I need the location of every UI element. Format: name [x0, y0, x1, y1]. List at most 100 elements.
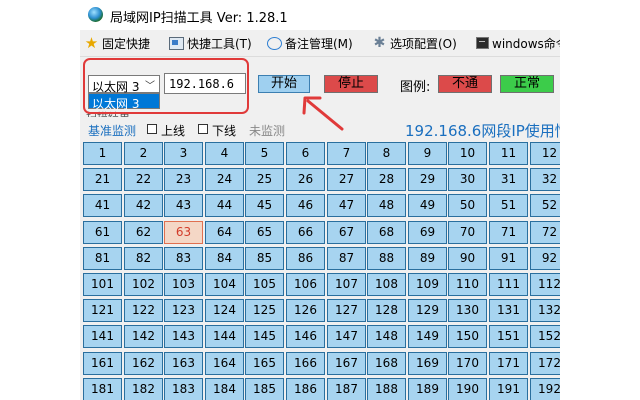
- ip-cell[interactable]: 141: [83, 325, 122, 348]
- ip-cell[interactable]: 72: [530, 221, 560, 244]
- ip-cell[interactable]: 148: [367, 325, 406, 348]
- ip-cell[interactable]: 150: [448, 325, 487, 348]
- ip-cell[interactable]: 32: [530, 168, 560, 191]
- ip-cell[interactable]: 108: [367, 273, 406, 296]
- ip-cell[interactable]: 144: [205, 325, 244, 348]
- ip-cell[interactable]: 125: [245, 299, 284, 322]
- ip-cell[interactable]: 47: [327, 194, 366, 217]
- ip-cell[interactable]: 163: [164, 352, 203, 375]
- ip-cell[interactable]: 102: [124, 273, 163, 296]
- menu-notes[interactable]: 备注管理(M): [267, 34, 353, 52]
- ip-cell[interactable]: 109: [408, 273, 447, 296]
- ip-cell[interactable]: 30: [448, 168, 487, 191]
- tab-baseline-monitor[interactable]: 基准监测: [88, 122, 136, 139]
- ip-cell[interactable]: 122: [124, 299, 163, 322]
- ip-cell[interactable]: 192: [530, 378, 560, 400]
- ip-cell[interactable]: 88: [367, 247, 406, 270]
- ip-cell[interactable]: 92: [530, 247, 560, 270]
- ip-cell[interactable]: 2: [124, 142, 163, 165]
- ip-cell[interactable]: 90: [448, 247, 487, 270]
- ip-cell[interactable]: 25: [245, 168, 284, 191]
- ip-cell[interactable]: 132: [530, 299, 560, 322]
- ip-cell[interactable]: 188: [367, 378, 406, 400]
- ip-cell[interactable]: 9: [408, 142, 447, 165]
- ip-cell[interactable]: 69: [408, 221, 447, 244]
- ip-cell[interactable]: 168: [367, 352, 406, 375]
- ip-cell[interactable]: 23: [164, 168, 203, 191]
- ip-cell[interactable]: 187: [327, 378, 366, 400]
- ip-cell[interactable]: 165: [245, 352, 284, 375]
- ip-cell[interactable]: 28: [367, 168, 406, 191]
- ip-cell[interactable]: 43: [164, 194, 203, 217]
- ip-cell[interactable]: 129: [408, 299, 447, 322]
- ip-cell[interactable]: 183: [164, 378, 203, 400]
- ip-cell[interactable]: 52: [530, 194, 560, 217]
- ip-cell[interactable]: 171: [489, 352, 528, 375]
- ip-cell[interactable]: 12: [530, 142, 560, 165]
- ip-cell[interactable]: 190: [448, 378, 487, 400]
- ip-cell[interactable]: 29: [408, 168, 447, 191]
- ip-cell[interactable]: 24: [205, 168, 244, 191]
- ip-cell[interactable]: 11: [489, 142, 528, 165]
- ip-cell[interactable]: 81: [83, 247, 122, 270]
- ip-cell[interactable]: 164: [205, 352, 244, 375]
- ip-cell[interactable]: 61: [83, 221, 122, 244]
- ip-cell[interactable]: 49: [408, 194, 447, 217]
- ip-cell[interactable]: 130: [448, 299, 487, 322]
- ip-cell[interactable]: 51: [489, 194, 528, 217]
- ip-cell[interactable]: 82: [124, 247, 163, 270]
- ip-cell[interactable]: 89: [408, 247, 447, 270]
- ip-cell[interactable]: 71: [489, 221, 528, 244]
- menu-fixed-shortcuts[interactable]: ★ 固定快捷: [84, 34, 150, 52]
- ip-cell[interactable]: 152: [530, 325, 560, 348]
- ip-cell[interactable]: 83: [164, 247, 203, 270]
- offline-checkbox[interactable]: [198, 124, 208, 134]
- ip-cell[interactable]: 5: [245, 142, 284, 165]
- ip-cell[interactable]: 106: [286, 273, 325, 296]
- ip-cell[interactable]: 68: [367, 221, 406, 244]
- ip-cell[interactable]: 104: [205, 273, 244, 296]
- ip-cell[interactable]: 6: [286, 142, 325, 165]
- ip-cell[interactable]: 67: [327, 221, 366, 244]
- ip-cell[interactable]: 123: [164, 299, 203, 322]
- ip-cell[interactable]: 4: [205, 142, 244, 165]
- ip-cell[interactable]: 124: [205, 299, 244, 322]
- menu-windows-commands[interactable]: windows命令: [476, 34, 560, 52]
- menu-options[interactable]: ✱ 选项配置(O): [372, 34, 457, 52]
- ip-cell[interactable]: 110: [448, 273, 487, 296]
- ip-cell[interactable]: 103: [164, 273, 203, 296]
- ip-cell[interactable]: 62: [124, 221, 163, 244]
- ip-cell[interactable]: 143: [164, 325, 203, 348]
- ip-cell[interactable]: 84: [205, 247, 244, 270]
- ip-cell[interactable]: 167: [327, 352, 366, 375]
- ip-cell[interactable]: 91: [489, 247, 528, 270]
- ip-cell[interactable]: 45: [245, 194, 284, 217]
- ip-cell[interactable]: 172: [530, 352, 560, 375]
- ip-cell[interactable]: 46: [286, 194, 325, 217]
- ip-cell[interactable]: 166: [286, 352, 325, 375]
- ip-cell[interactable]: 21: [83, 168, 122, 191]
- ip-cell[interactable]: 170: [448, 352, 487, 375]
- ip-cell[interactable]: 121: [83, 299, 122, 322]
- ip-cell[interactable]: 7: [327, 142, 366, 165]
- ip-cell[interactable]: 147: [327, 325, 366, 348]
- ip-cell[interactable]: 8: [367, 142, 406, 165]
- ip-cell[interactable]: 101: [83, 273, 122, 296]
- ip-cell[interactable]: 41: [83, 194, 122, 217]
- ip-cell[interactable]: 107: [327, 273, 366, 296]
- ip-cell[interactable]: 112: [530, 273, 560, 296]
- ip-cell[interactable]: 66: [286, 221, 325, 244]
- ip-cell[interactable]: 169: [408, 352, 447, 375]
- ip-cell[interactable]: 22: [124, 168, 163, 191]
- ip-cell[interactable]: 182: [124, 378, 163, 400]
- ip-cell[interactable]: 27: [327, 168, 366, 191]
- ip-cell[interactable]: 85: [245, 247, 284, 270]
- ip-cell[interactable]: 126: [286, 299, 325, 322]
- ip-cell[interactable]: 184: [205, 378, 244, 400]
- ip-cell[interactable]: 186: [286, 378, 325, 400]
- ip-cell[interactable]: 63: [164, 221, 203, 244]
- ip-cell[interactable]: 145: [245, 325, 284, 348]
- online-checkbox[interactable]: [147, 124, 157, 134]
- ip-cell[interactable]: 181: [83, 378, 122, 400]
- ip-cell[interactable]: 146: [286, 325, 325, 348]
